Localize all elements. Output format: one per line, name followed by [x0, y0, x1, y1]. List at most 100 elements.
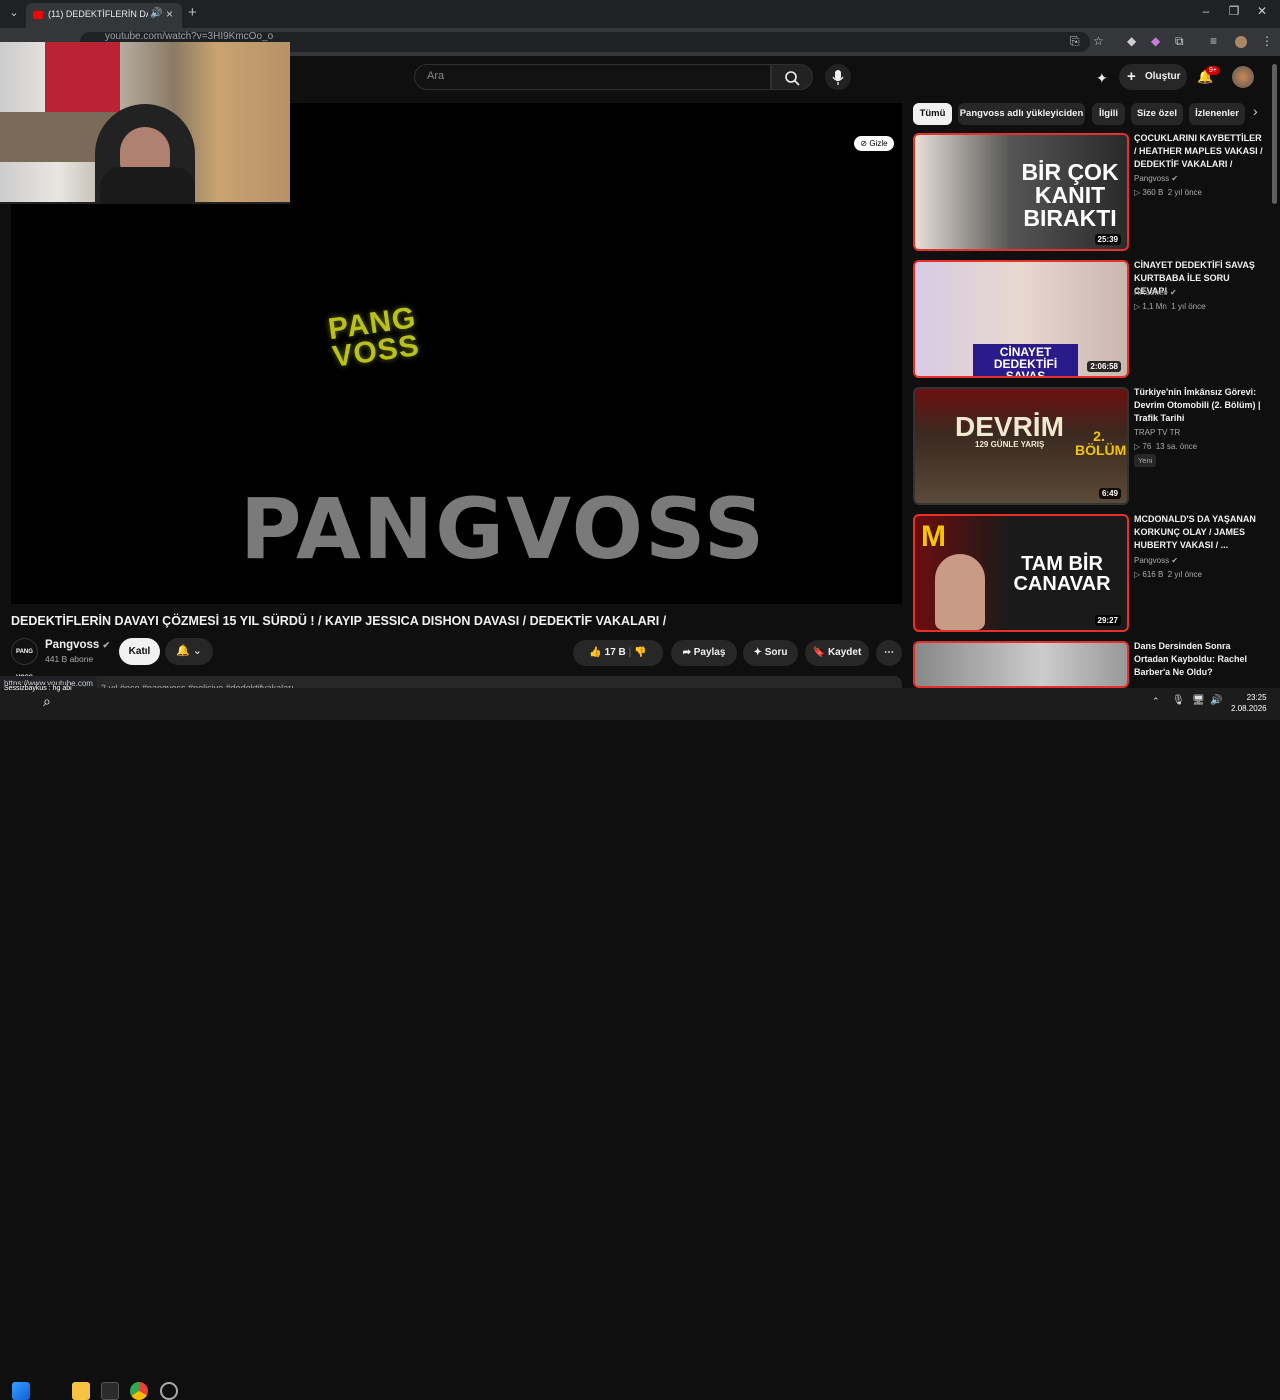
- mix-icon[interactable]: ✦: [1096, 70, 1108, 87]
- video-thumbnail[interactable]: CİNAYET DEDEKTİFİ SAVAŞ KURTBABA 2:06:58: [913, 260, 1129, 378]
- duration-badge: 2:06:58: [1087, 361, 1121, 372]
- volume-icon[interactable]: 🔊: [1210, 695, 1222, 706]
- thumbnail-part-badge: 2. BÖLÜM: [1075, 428, 1127, 458]
- hide-button[interactable]: ⊘ Gizle: [854, 136, 894, 151]
- recommendation-title[interactable]: ÇOCUKLARINI KAYBETTİLER / HEATHER MAPLES…: [1134, 132, 1264, 171]
- recommendation-channel[interactable]: TRAP TV TR: [1134, 428, 1180, 437]
- chip-all[interactable]: Tümü: [913, 103, 952, 125]
- search-icon[interactable]: ⌕: [43, 693, 51, 710]
- profile-icon[interactable]: [1235, 36, 1247, 48]
- recommendation-channel-text[interactable]: RRaenee: [1134, 288, 1168, 297]
- share-icon: ➦: [682, 647, 691, 658]
- chip-for-you[interactable]: Size özel: [1131, 103, 1183, 125]
- subscription-bell-button[interactable]: 🔔 ⌄: [165, 638, 213, 665]
- new-tab-icon[interactable]: +: [188, 4, 197, 21]
- store-icon[interactable]: [101, 1382, 119, 1400]
- chrome-icon[interactable]: [130, 1382, 148, 1400]
- duration-badge: 25:39: [1094, 234, 1121, 245]
- install-icon[interactable]: ⎘: [1070, 34, 1080, 49]
- recommendation-channel[interactable]: Pangvoss ✔: [1134, 174, 1178, 183]
- recommendation-channel-text[interactable]: Pangvoss: [1134, 174, 1169, 183]
- chip-watched[interactable]: İzlenenler: [1189, 103, 1245, 125]
- video-title: DEDEKTİFLERİN DAVAYI ÇÖZMESİ 15 YIL SÜRD…: [11, 614, 667, 628]
- os-taskbar: Sessizbaykus : hg abi ⌕ ⌃ 🎙 🖥 🔊: [0, 685, 1280, 1400]
- verified-icon: ✔: [1171, 556, 1179, 565]
- scrollbar[interactable]: [1272, 64, 1277, 204]
- search-input[interactable]: Ara: [414, 64, 771, 90]
- duration-badge: 29:27: [1094, 615, 1121, 626]
- more-icon: ⋯: [884, 647, 894, 658]
- new-badge: Yeni: [1134, 454, 1157, 467]
- chip-uploader[interactable]: Pangvoss adlı yükleyiciden: [958, 103, 1085, 125]
- browser-tab[interactable]: (11) DEDEKTİFLERİN DAVAY 🔊 ×: [26, 3, 182, 28]
- channel-watermark: PANGVOSS: [240, 480, 767, 578]
- recommendation-title[interactable]: Dans Dersinden Sonra Ortadan Kayboldu: R…: [1134, 640, 1264, 679]
- view-count: 76: [1142, 442, 1152, 451]
- subscriber-count: 441 B abone: [45, 654, 94, 664]
- mic-tray-icon[interactable]: 🎙: [1172, 695, 1185, 706]
- chevron-right-icon[interactable]: ›: [1253, 103, 1258, 119]
- minimize-icon[interactable]: –: [1196, 4, 1216, 18]
- upload-age: 2 yıl önce: [1167, 570, 1202, 579]
- display-icon[interactable]: 🖥: [1192, 695, 1205, 706]
- save-button[interactable]: 🔖 Kaydet: [805, 640, 869, 666]
- ask-button[interactable]: ✦ Soru: [743, 640, 798, 666]
- audio-icon[interactable]: 🔊: [150, 8, 162, 19]
- plus-icon: +: [1127, 68, 1136, 85]
- recommendation-title[interactable]: MCDONALD'S DA YAŞANAN KORKUNÇ OLAY / JAM…: [1134, 513, 1264, 552]
- tab-search-icon[interactable]: ⌄: [6, 5, 22, 21]
- notification-badge: 9+: [1206, 66, 1220, 75]
- menu-dots-icon[interactable]: ⋮: [1261, 34, 1273, 48]
- share-label: Paylaş: [693, 647, 726, 658]
- video-thumbnail[interactable]: DEVRİM 129 GÜNLE YARIŞ 2. BÖLÜM 6:49: [913, 387, 1129, 505]
- thumbs-up-icon: 👍: [589, 647, 602, 658]
- channel-avatar[interactable]: PANG VOSS: [11, 638, 38, 681]
- upload-age: 1 yıl önce: [1171, 302, 1206, 311]
- url-text[interactable]: youtube.com/watch?v=3HI9KmcOo_o: [105, 31, 273, 42]
- puzzle-icon[interactable]: ⧉: [1175, 34, 1184, 49]
- file-explorer-icon[interactable]: [72, 1382, 90, 1400]
- recommendation-channel-text[interactable]: Pangvoss: [1134, 556, 1169, 565]
- taskbar-user-label: Sessizbaykus : hg abi: [4, 685, 72, 692]
- restore-icon[interactable]: ❐: [1224, 4, 1244, 18]
- recommendation-channel[interactable]: RRaenee ✔: [1134, 288, 1177, 297]
- recommendation-channel[interactable]: Pangvoss ✔: [1134, 556, 1178, 565]
- channel-name[interactable]: Pangvoss ✔: [45, 639, 110, 651]
- tab-close-icon[interactable]: ×: [166, 7, 173, 21]
- bookmark-star-icon[interactable]: ☆: [1093, 34, 1104, 48]
- thumbnail-subtext: 129 GÜNLE YARIŞ: [975, 440, 1045, 449]
- window-close-icon[interactable]: ✕: [1252, 4, 1272, 18]
- mcdonalds-logo-icon: M: [921, 520, 946, 553]
- avatar[interactable]: [1232, 66, 1254, 88]
- chip-related[interactable]: İlgili: [1092, 103, 1125, 125]
- reading-list-icon[interactable]: ≡: [1210, 34, 1217, 48]
- share-button[interactable]: ➦ Paylaş: [671, 640, 737, 666]
- eye-off-icon: ⊘: [860, 139, 868, 148]
- system-clock[interactable]: 23:25 2.08.2026: [1231, 692, 1267, 714]
- verified-icon: ✔: [1171, 174, 1179, 183]
- save-label: Kaydet: [827, 647, 862, 658]
- channel-name-text[interactable]: Pangvoss: [45, 639, 99, 651]
- more-actions-button[interactable]: ⋯: [876, 640, 902, 666]
- app-icon[interactable]: [160, 1382, 178, 1400]
- windows-start-icon[interactable]: [12, 1382, 30, 1400]
- channel-logo-overlay: PANG VOSS: [326, 301, 422, 374]
- tray-chevron-icon[interactable]: ⌃: [1152, 696, 1160, 707]
- search-button[interactable]: [771, 64, 813, 90]
- view-count: 616 B: [1142, 570, 1164, 579]
- extension-icon[interactable]: ◆: [1127, 34, 1136, 48]
- video-thumbnail[interactable]: [913, 641, 1129, 688]
- like-count: 17 B: [604, 647, 626, 658]
- voice-search-button[interactable]: [825, 64, 851, 90]
- sparkle-icon: ✦: [753, 647, 762, 658]
- recommendation-title[interactable]: Türkiye'nin İmkânsız Görevi: Devrim Otom…: [1134, 386, 1264, 425]
- create-button[interactable]: + Oluştur: [1119, 64, 1187, 90]
- video-thumbnail[interactable]: BİR ÇOK KANIT BIRAKTI 25:39: [913, 133, 1129, 251]
- extension-icon[interactable]: ◆: [1151, 34, 1160, 48]
- thumbnail-text: BİR ÇOK KANIT BIRAKTI: [1021, 159, 1119, 231]
- video-thumbnail[interactable]: M TAM BİR CANAVAR 29:27: [913, 514, 1129, 632]
- join-button[interactable]: Katıl: [119, 638, 160, 665]
- thumbs-down-icon[interactable]: 👎: [634, 647, 646, 658]
- webcam-overlay: [0, 42, 290, 204]
- like-button[interactable]: 👍 17 B | 👎: [573, 640, 663, 666]
